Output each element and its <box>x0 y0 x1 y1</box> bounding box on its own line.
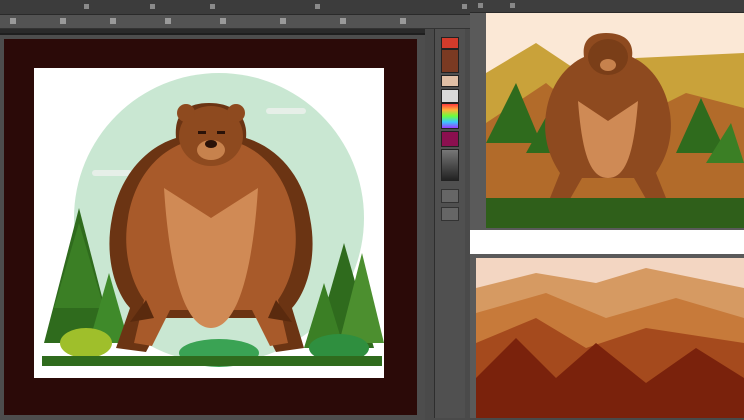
mountain-forest-landscape <box>476 258 744 418</box>
tool-icon[interactable] <box>441 207 459 221</box>
color-swatch[interactable] <box>441 131 459 147</box>
tool-option-icon[interactable] <box>280 18 286 24</box>
color-swatch[interactable] <box>441 75 459 87</box>
menu-grip-icon[interactable] <box>210 4 215 9</box>
menu-grip-icon[interactable] <box>315 4 320 9</box>
tool-option-icon[interactable] <box>60 18 66 24</box>
document-window[interactable] <box>0 33 425 420</box>
artboard[interactable] <box>34 68 384 378</box>
menu-grip-icon[interactable] <box>84 4 89 9</box>
menu-grip-icon[interactable] <box>150 4 155 9</box>
preview-mountain-forest-landscape[interactable] <box>476 258 744 418</box>
tool-option-icon[interactable] <box>220 18 226 24</box>
tool-option-icon[interactable] <box>340 18 346 24</box>
tool-option-icon[interactable] <box>10 18 16 24</box>
menu-grip-icon[interactable] <box>462 4 467 9</box>
color-swatch[interactable] <box>441 37 459 49</box>
gradient-swatch[interactable] <box>441 103 459 129</box>
tool-option-icon[interactable] <box>110 18 116 24</box>
bear-in-forest <box>486 13 744 228</box>
gray-ramp-swatch[interactable] <box>441 149 459 181</box>
bear-illustration <box>42 73 384 367</box>
document-background <box>4 39 417 415</box>
preview-bear-in-forest[interactable] <box>486 13 744 228</box>
panel-header <box>470 0 744 13</box>
panel-divider <box>470 230 744 254</box>
canvas-area[interactable] <box>0 29 425 420</box>
tools-panel <box>434 29 465 418</box>
tool-icon[interactable] <box>441 189 459 203</box>
tool-option-icon[interactable] <box>165 18 171 24</box>
panel-grip-icon[interactable] <box>510 3 515 8</box>
right-panels <box>470 0 744 418</box>
color-swatch[interactable] <box>441 89 459 103</box>
color-swatch[interactable] <box>441 49 459 73</box>
tool-options-bar <box>0 15 470 29</box>
panel-grip-icon[interactable] <box>478 3 483 8</box>
tool-option-icon[interactable] <box>400 18 406 24</box>
